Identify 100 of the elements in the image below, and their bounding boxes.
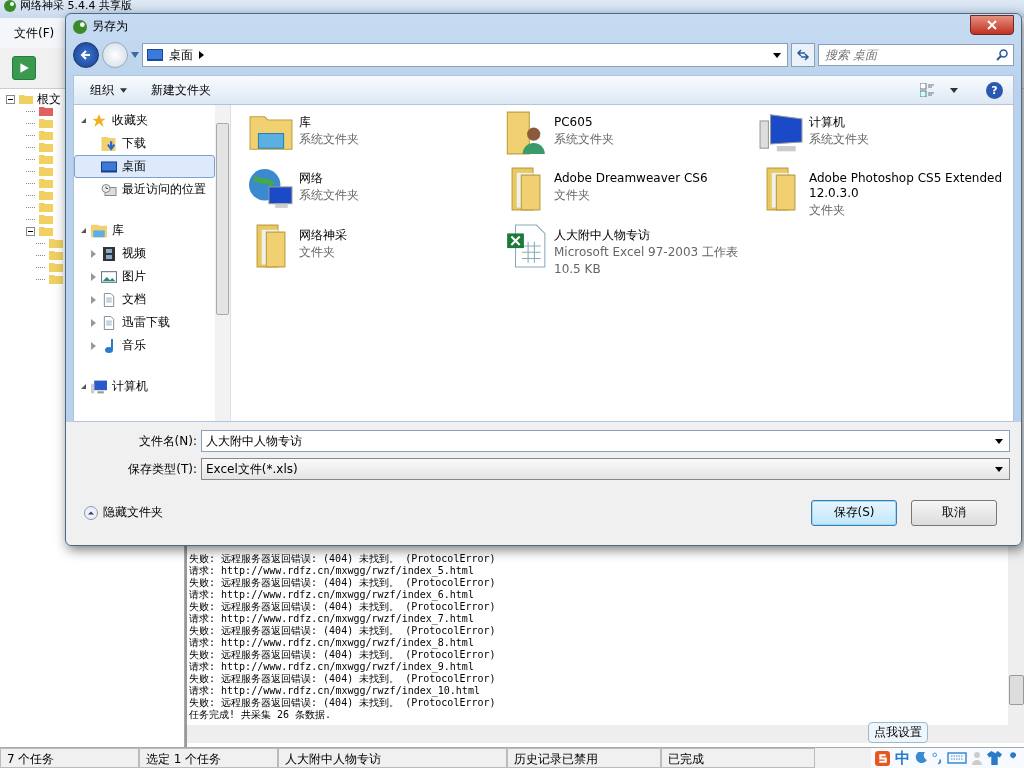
dropdown-arrow-icon[interactable] bbox=[995, 438, 1003, 444]
caret-icon[interactable] bbox=[120, 87, 127, 93]
recent-places-icon bbox=[101, 182, 117, 197]
file-item[interactable]: 网络 系统文件夹 bbox=[249, 167, 504, 218]
status-cell: 选定 1 个任务 bbox=[139, 748, 278, 768]
log-line: 失败: 远程服务器返回错误: (404) 未找到。 (ProtocolError) bbox=[189, 577, 497, 589]
close-button[interactable] bbox=[970, 14, 1014, 35]
toolbar-button[interactable]: 组织 bbox=[84, 79, 133, 101]
breadcrumb-item[interactable]: 桌面 bbox=[169, 46, 193, 64]
nav-item[interactable]: 音乐 bbox=[74, 334, 215, 357]
file-type: 文件夹 bbox=[299, 245, 336, 260]
dialog-button[interactable]: 保存(S) bbox=[811, 499, 897, 526]
moon-icon[interactable] bbox=[915, 752, 927, 764]
log-line: 任务完成! 共采集 26 条数据. bbox=[189, 709, 333, 721]
nav-item[interactable]: 收藏夹 bbox=[74, 109, 215, 132]
library-icon bbox=[91, 223, 107, 238]
file-size: 10.5 KB bbox=[554, 262, 602, 277]
log-line: 失败: 远程服务器返回错误: (404) 未找到。 (ProtocolError) bbox=[189, 553, 497, 565]
log-line: 失败: 远程服务器返回错误: (404) 未找到。 (ProtocolError) bbox=[189, 625, 497, 637]
file-name: 计算机 bbox=[809, 115, 846, 130]
status-cell: 7 个任务 bbox=[0, 748, 139, 768]
file-type: 系统文件夹 bbox=[554, 132, 614, 147]
expand-arrow-icon[interactable] bbox=[81, 118, 86, 123]
file-name: 网络神采 bbox=[299, 228, 347, 243]
dropdown-arrow-icon[interactable] bbox=[995, 466, 1003, 472]
document-icon bbox=[101, 315, 117, 330]
file-type: Microsoft Excel 97-2003 工作表 bbox=[554, 245, 738, 260]
dropdown-arrow-icon[interactable] bbox=[773, 52, 781, 58]
log-line: 请求: http://www.rdfz.cn/mxwgg/rwzf/index_8.html bbox=[189, 637, 475, 649]
search-field[interactable]: 搜索 桌面 bbox=[818, 44, 1014, 66]
nav-item[interactable]: 库 bbox=[74, 219, 215, 242]
file-name: Adobe Dreamweaver CS6 bbox=[554, 171, 708, 186]
document-icon bbox=[101, 292, 117, 307]
app-logo-icon bbox=[73, 19, 87, 34]
field-label: 保存类型(T): bbox=[127, 460, 197, 478]
input-mode-toggle[interactable]: 中 bbox=[895, 749, 910, 767]
nav-item[interactable]: 视频 bbox=[74, 242, 215, 265]
hide-folders-toggle[interactable]: 隐藏文件夹 bbox=[84, 504, 163, 521]
nav-item[interactable]: 文档 bbox=[74, 288, 215, 311]
nav-item[interactable]: 计算机 bbox=[74, 375, 215, 398]
user-folder-icon bbox=[504, 111, 548, 155]
nav-item[interactable]: 图片 bbox=[74, 265, 215, 288]
download-folder-icon bbox=[101, 136, 117, 151]
nav-item[interactable]: 迅雷下载 bbox=[74, 311, 215, 334]
file-item[interactable]: Adobe Photoshop CS5 Extended 12.0.3.0 文件夹 bbox=[759, 167, 1013, 218]
help-button[interactable]: ? bbox=[986, 81, 1003, 99]
log-line: 请求: http://www.rdfz.cn/mxwgg/rwzf/index_5.html bbox=[189, 565, 475, 577]
field-label: 文件名(N): bbox=[137, 432, 197, 450]
nav-item[interactable]: 下载 bbox=[74, 132, 215, 155]
back-button[interactable] bbox=[73, 42, 99, 68]
file-item[interactable]: 计算机 系统文件夹 bbox=[759, 111, 1013, 161]
shirt-icon[interactable] bbox=[987, 751, 1002, 765]
network-globe-icon bbox=[249, 167, 293, 211]
file-name: 网络 bbox=[299, 171, 324, 186]
collapse-toggle-icon[interactable] bbox=[6, 94, 15, 104]
address-bar[interactable]: 桌面 bbox=[142, 43, 788, 67]
file-type: 文件夹 bbox=[554, 188, 591, 203]
nav-item[interactable]: 最近访问的位置 bbox=[74, 178, 215, 201]
file-name: Adobe Photoshop CS5 Extended 12.0.3.0 bbox=[809, 171, 1004, 201]
filename-field[interactable]: 人大附中人物专访 bbox=[201, 430, 1010, 452]
status-cell: 人大附中人物专访 bbox=[278, 748, 507, 768]
vertical-scrollbar[interactable] bbox=[215, 105, 230, 421]
file-type: 文件夹 bbox=[809, 203, 846, 218]
file-item[interactable]: 库 系统文件夹 bbox=[249, 111, 504, 161]
log-line: 失败: 远程服务器返回错误: (404) 未找到。 (ProtocolError) bbox=[189, 601, 497, 613]
punctuation-icon[interactable] bbox=[932, 751, 942, 765]
play-icon[interactable] bbox=[18, 62, 30, 74]
dialog-button[interactable]: 取消 bbox=[911, 499, 997, 526]
spreadsheet-file-icon bbox=[504, 224, 548, 268]
file-item[interactable]: PC605 系统文件夹 bbox=[504, 111, 759, 161]
tooltip: 点我设置 bbox=[868, 722, 928, 743]
dropdown-arrow-icon[interactable] bbox=[950, 87, 958, 93]
log-line: 失败: 远程服务器返回错误: (404) 未找到。 (ProtocolError) bbox=[189, 649, 497, 661]
computer-icon bbox=[91, 379, 107, 394]
refresh-button[interactable] bbox=[791, 43, 815, 67]
file-item[interactable]: 网络神采 文件夹 bbox=[249, 224, 504, 277]
expand-arrow-icon[interactable] bbox=[81, 228, 86, 233]
close-icon[interactable] bbox=[987, 19, 997, 30]
file-type-dropdown[interactable]: Excel文件(*.xls) bbox=[201, 458, 1010, 480]
film-icon bbox=[101, 246, 117, 261]
log-line: 请求: http://www.rdfz.cn/mxwgg/rwzf/index_6.html bbox=[189, 589, 475, 601]
chevron-icon[interactable] bbox=[199, 51, 204, 59]
play-button[interactable] bbox=[12, 56, 36, 80]
nav-item[interactable]: 桌面 bbox=[74, 155, 215, 178]
file-item[interactable]: Adobe Dreamweaver CS6 文件夹 bbox=[504, 167, 759, 218]
tree-item[interactable]: 根文 bbox=[37, 90, 61, 108]
search-icon[interactable] bbox=[996, 49, 1008, 61]
app-title: 网络神采 5.4.4 共享版 bbox=[20, 0, 132, 12]
collapse-toggle-icon[interactable] bbox=[26, 226, 35, 236]
expand-arrow-icon[interactable] bbox=[81, 384, 86, 389]
log-line: 请求: http://www.rdfz.cn/mxwgg/rwzf/index_9.html bbox=[189, 661, 475, 673]
picture-icon bbox=[101, 269, 117, 284]
refresh-icon[interactable] bbox=[796, 49, 810, 61]
back-arrow-icon[interactable] bbox=[80, 49, 92, 61]
toolbar-button[interactable]: 新建文件夹 bbox=[145, 79, 217, 101]
sogou-logo-icon[interactable] bbox=[875, 750, 890, 766]
status-cell: 历史记录已禁用 bbox=[507, 748, 661, 768]
file-item[interactable]: 人大附中人物专访 Microsoft Excel 97-2003 工作表 10.5 KB bbox=[504, 224, 759, 277]
horizontal-scrollbar[interactable] bbox=[187, 725, 1024, 743]
menu-item[interactable]: 文件(F) bbox=[14, 24, 55, 42]
